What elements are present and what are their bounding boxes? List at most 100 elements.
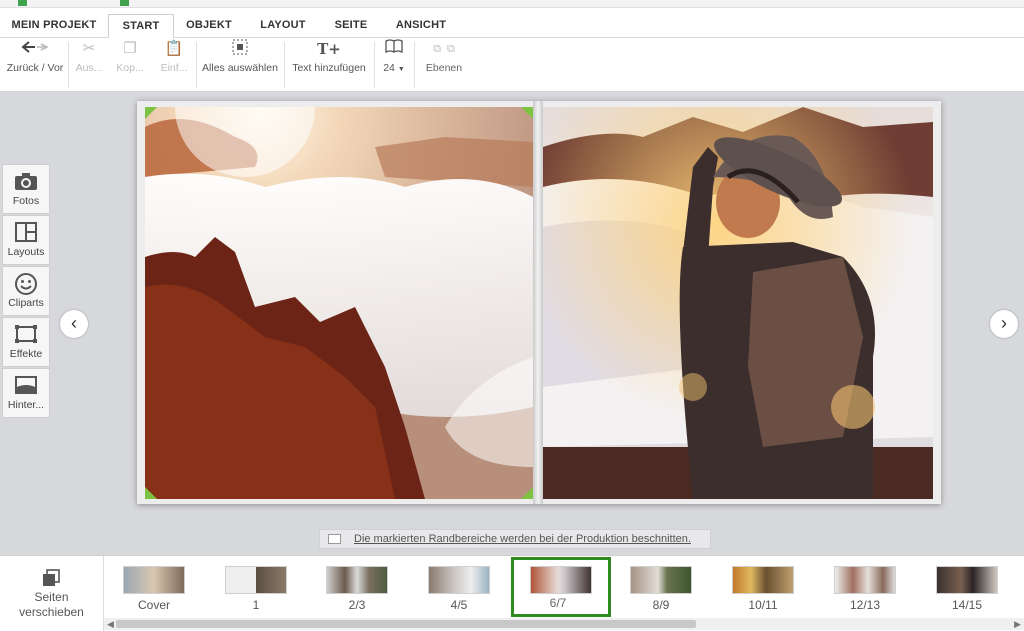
paste-label: Einf... [160, 62, 188, 74]
tab-start[interactable]: START [108, 14, 174, 39]
page-thumbnail[interactable]: 4/5 [412, 560, 506, 616]
thumbnail-label: 10/11 [748, 598, 778, 612]
sidebar-item-label: Layouts [7, 246, 45, 258]
page-thumbnail[interactable]: Cover [107, 560, 201, 616]
photobook-spread[interactable] [137, 101, 941, 504]
move-pages-label: Seiten [34, 590, 69, 604]
undo-redo-icon [4, 38, 66, 60]
tab-layout[interactable]: LAYOUT [254, 14, 312, 38]
page-left-photo[interactable] [145, 107, 533, 499]
window-top-strip [0, 0, 1024, 8]
thumbnail-image [225, 566, 287, 594]
sidebar-item-fotos[interactable]: Fotos [2, 164, 50, 214]
crop-marker [145, 487, 157, 499]
sidebar-item-hintergrund[interactable]: Hinter... [2, 368, 50, 418]
thumbnail-label: 1 [252, 598, 260, 612]
page-thumbnail[interactable]: 8/9 [614, 560, 708, 616]
app-status-icon [18, 0, 27, 6]
thumbnail-label: 4/5 [450, 598, 468, 612]
move-pages-icon [0, 568, 103, 590]
tab-seite[interactable]: SEITE [326, 14, 376, 38]
chevron-right-icon: › [1001, 313, 1007, 333]
sidebar-item-label: Cliparts [8, 297, 44, 309]
select-all-icon [200, 38, 280, 60]
smiley-icon [3, 267, 49, 297]
cut-button[interactable]: ✂ Aus... [72, 38, 106, 84]
scroll-right-icon[interactable]: ▶ [1014, 618, 1021, 630]
select-all-button[interactable]: Alles auswählen [200, 38, 280, 84]
crop-marker [521, 487, 533, 499]
side-panel: Fotos Layouts Cliparts Effekte Hinter... [2, 164, 50, 419]
sidebar-item-effekte[interactable]: Effekte [2, 317, 50, 367]
thumbnail-image [428, 566, 490, 594]
scrollbar-thumb[interactable] [116, 620, 696, 628]
frame-icon [3, 318, 49, 348]
page-thumbnail[interactable]: 10/11 [716, 560, 810, 616]
thumbnail-scrollbar[interactable]: ◀ ▶ [104, 618, 1024, 630]
sidebar-item-label: Effekte [9, 348, 43, 360]
mountain-sunset-photo [145, 107, 533, 499]
thumbnail-label: 12/13 [849, 598, 881, 612]
thumbnail-label: 2/3 [348, 598, 366, 612]
crop-marker [521, 107, 533, 119]
menu-bar: MEIN PROJEKT START OBJEKT LAYOUT SEITE A… [0, 8, 1024, 39]
chevron-down-icon: ▼ [397, 66, 405, 73]
layers-icon: ⧉ ⧉ [433, 43, 455, 55]
add-text-button[interactable]: T+ Text hinzufügen [288, 38, 370, 84]
previous-page-button[interactable]: ‹ [60, 310, 88, 338]
thumbnail-image [123, 566, 185, 594]
sidebar-item-layouts[interactable]: Layouts [2, 215, 50, 265]
page-thumbnail[interactable]: 14/15 [920, 560, 1014, 616]
scissors-icon: ✂ [82, 40, 96, 57]
thumbnail-image [936, 566, 998, 594]
page-thumbnail[interactable]: 2/3 [310, 560, 404, 616]
layers-label: Ebenen [425, 62, 463, 74]
page-thumbnail[interactable]: 12/13 [818, 560, 912, 616]
add-text-label: Text hinzufügen [292, 62, 366, 74]
undo-redo-label: Zurück / Vor [6, 62, 64, 74]
page-thumbnail[interactable]: 1 [209, 560, 303, 616]
add-text-icon: T+ [317, 40, 341, 58]
copy-label: Kop... [116, 62, 144, 74]
thumbnail-image [630, 566, 692, 594]
background-icon [3, 369, 49, 399]
paste-button[interactable]: 📋 Einf... [156, 38, 192, 84]
crop-marker [145, 107, 157, 119]
thumbnail-image [732, 566, 794, 594]
move-pages-label: verschieben [19, 605, 84, 619]
move-pages-button[interactable]: Seiten verschieben [0, 556, 104, 631]
thumbnail-label: 14/15 [951, 598, 983, 612]
editor-canvas: Fotos Layouts Cliparts Effekte Hinter... [0, 92, 1024, 555]
sidebar-item-label: Fotos [12, 195, 40, 207]
woman-with-hat-photo [543, 107, 933, 499]
app-status-icon [120, 0, 129, 6]
toolbar: Zurück / Vor ✂ Aus... ❐ Kop... 📋 Einf...… [0, 38, 1024, 92]
copy-icon: ❐ [123, 40, 137, 57]
tab-objekt[interactable]: OBJEKT [180, 14, 238, 38]
crop-hint: Die markierten Randbereiche werden bei d… [319, 529, 711, 549]
thumbnail-label: Cover [137, 598, 170, 612]
page-thumbnail-active[interactable]: 6/7 [511, 557, 611, 617]
thumbnail-label: 6/7 [549, 596, 567, 610]
book-icon [378, 38, 410, 60]
scroll-left-icon[interactable]: ◀ [107, 618, 114, 630]
font-size-value: 24 [383, 62, 395, 74]
font-size-dropdown[interactable]: 24 ▼ [378, 38, 410, 84]
next-page-button[interactable]: › [990, 310, 1018, 338]
paste-icon: 📋 [164, 40, 184, 57]
tab-ansicht[interactable]: ANSICHT [390, 14, 452, 38]
book-spine [533, 101, 543, 504]
page-right-photo[interactable] [543, 107, 933, 499]
layers-button[interactable]: ⧉ ⧉ Ebenen [418, 38, 470, 84]
copy-button[interactable]: ❐ Kop... [112, 38, 148, 84]
thumbnail-image [326, 566, 388, 594]
layout-icon [3, 216, 49, 246]
select-all-label: Alles auswählen [202, 62, 278, 74]
undo-redo-button[interactable]: Zurück / Vor [4, 38, 66, 84]
crop-hint-checkbox[interactable] [328, 534, 341, 544]
crop-hint-link[interactable]: Die markierten Randbereiche werden bei d… [354, 530, 691, 548]
tab-mein-projekt[interactable]: MEIN PROJEKT [8, 14, 100, 38]
camera-icon [3, 165, 49, 195]
sidebar-item-cliparts[interactable]: Cliparts [2, 266, 50, 316]
thumbnail-image [530, 566, 592, 594]
